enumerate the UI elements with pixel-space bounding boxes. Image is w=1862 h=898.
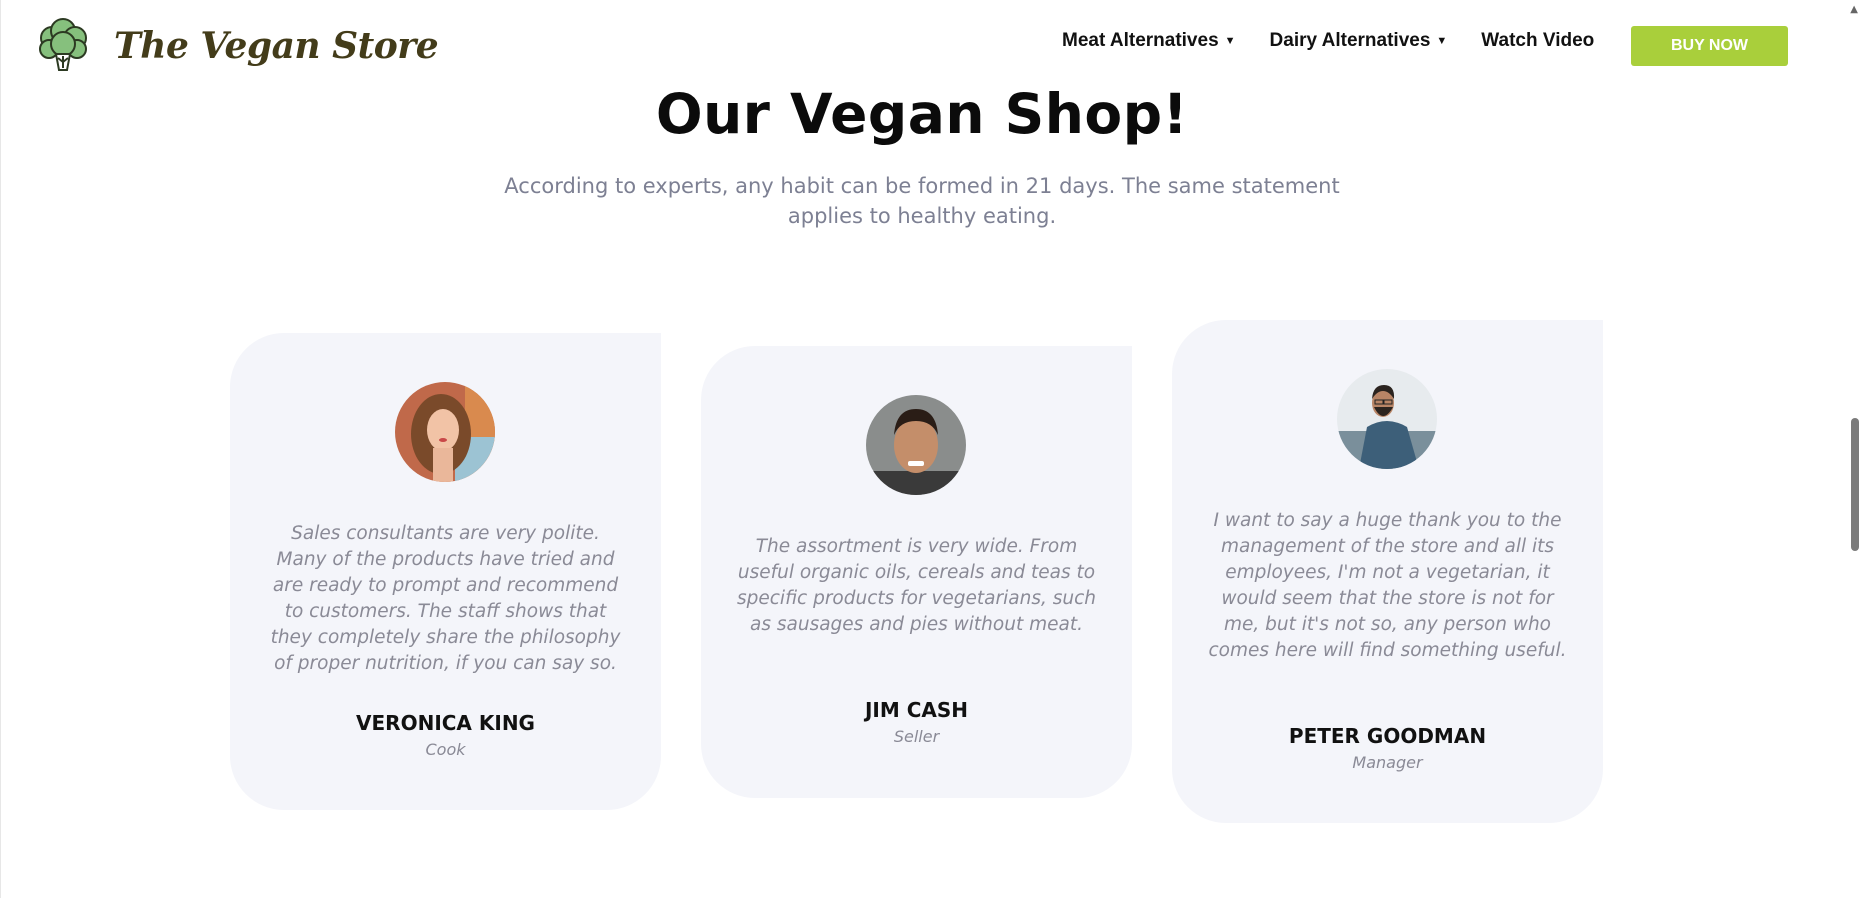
testimonial-role: Manager — [1352, 753, 1423, 772]
section-subtitle: According to experts, any habit can be f… — [504, 174, 1340, 228]
nav-dairy-alternatives[interactable]: Dairy Alternatives ▼ — [1270, 30, 1448, 52]
testimonial-name: JIM CASH — [864, 698, 969, 722]
testimonial-name: PETER GOODMAN — [1288, 724, 1487, 748]
site-title: The Vegan Store — [114, 25, 439, 67]
caret-down-icon: ▼ — [1224, 35, 1236, 47]
nav-meat-alternatives[interactable]: Meat Alternatives ▼ — [1062, 30, 1236, 52]
buy-now-button[interactable]: BUY NOW — [1631, 26, 1788, 66]
scroll-up-arrow-icon[interactable]: ▲ — [1850, 4, 1858, 15]
section-title: Our Vegan Shop! — [655, 82, 1189, 146]
scrollbar[interactable]: ▲ — [1844, 0, 1862, 898]
testimonial-quote: The assortment is very wide. From useful… — [737, 536, 1096, 635]
testimonial-card: I want to say a huge thank you to the ma… — [1172, 320, 1603, 823]
scroll-thumb[interactable] — [1851, 418, 1859, 551]
site-logo[interactable]: The Vegan Store — [36, 18, 439, 74]
testimonial-card: The assortment is very wide. From useful… — [701, 346, 1132, 798]
nav-label: Meat Alternatives — [1062, 30, 1219, 51]
testimonial-role: Seller — [893, 727, 940, 746]
nav-label: Watch Video — [1481, 30, 1595, 51]
caret-down-icon: ▼ — [1436, 35, 1448, 47]
broccoli-icon — [39, 18, 87, 71]
testimonial-card: Sales consultants are very polite. Many … — [230, 333, 661, 810]
avatar — [1337, 369, 1437, 469]
nav-label: Dairy Alternatives — [1269, 30, 1431, 51]
nav-watch-video[interactable]: Watch Video — [1481, 30, 1594, 52]
main-nav: Meat Alternatives ▼ Dairy Alternatives ▼… — [1062, 30, 1594, 52]
site-header: The Vegan Store Meat Alternatives ▼ Dair… — [0, 0, 1862, 92]
testimonial-role: Cook — [425, 740, 466, 759]
testimonial-quote: I want to say a huge thank you to the ma… — [1208, 510, 1567, 661]
testimonial-name: VERONICA KING — [356, 711, 535, 735]
testimonial-quote: Sales consultants are very polite. Many … — [270, 523, 621, 674]
avatar — [395, 382, 495, 482]
avatar — [866, 395, 966, 495]
